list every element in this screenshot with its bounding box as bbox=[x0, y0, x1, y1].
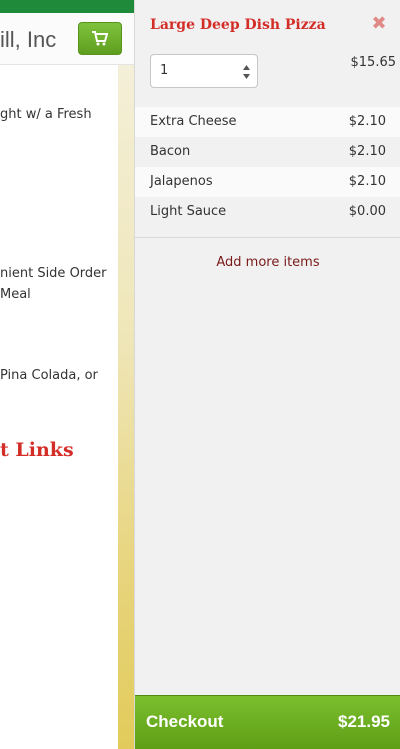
menu-item-description: Pina Colada, or bbox=[0, 368, 98, 383]
checkout-button[interactable]: Checkout $21.95 bbox=[135, 695, 400, 749]
top-accent-bar bbox=[0, 0, 134, 13]
quantity-value: 1 bbox=[160, 63, 169, 78]
option-name: Extra Cheese bbox=[150, 114, 237, 129]
add-more-items-link[interactable]: Add more items bbox=[135, 255, 400, 270]
menu-item-description: nient Side Order bbox=[0, 266, 107, 281]
option-price: $2.10 bbox=[348, 114, 386, 129]
cart-panel: Large Deep Dish Pizza ✖ 1 $15.65 Extra C… bbox=[134, 0, 400, 749]
menu-item-description: Meal bbox=[0, 287, 31, 302]
base-price: $15.65 bbox=[350, 55, 397, 70]
close-icon[interactable]: ✖ bbox=[369, 13, 389, 35]
select-arrows-icon bbox=[243, 65, 250, 79]
option-name: Bacon bbox=[150, 144, 191, 159]
menu-item-description: ght w/ a Fresh bbox=[0, 107, 92, 122]
section-heading: t Links bbox=[0, 439, 74, 461]
divider bbox=[135, 237, 400, 238]
option-price: $0.00 bbox=[348, 204, 386, 219]
quantity-select[interactable]: 1 bbox=[150, 54, 258, 88]
option-name: Light Sauce bbox=[150, 204, 227, 219]
option-price: $2.10 bbox=[348, 144, 386, 159]
option-row: Light Sauce $0.00 bbox=[135, 197, 400, 227]
cart-button[interactable] bbox=[78, 22, 122, 55]
option-row: Bacon $2.10 bbox=[135, 137, 400, 167]
cart-item-title: Large Deep Dish Pizza bbox=[150, 17, 326, 33]
checkout-label: Checkout bbox=[146, 712, 224, 731]
option-price: $2.10 bbox=[348, 174, 386, 189]
brand-name: ill, Inc bbox=[0, 27, 57, 52]
decorative-gradient-strip bbox=[118, 65, 134, 749]
checkout-total: $21.95 bbox=[338, 712, 390, 731]
background-page: ill, Inc ght w/ a Fresh nient Side Order… bbox=[0, 0, 134, 749]
option-row: Extra Cheese $2.10 bbox=[135, 107, 400, 137]
option-name: Jalapenos bbox=[150, 174, 213, 189]
option-row: Jalapenos $2.10 bbox=[135, 167, 400, 197]
cart-icon bbox=[92, 31, 108, 46]
